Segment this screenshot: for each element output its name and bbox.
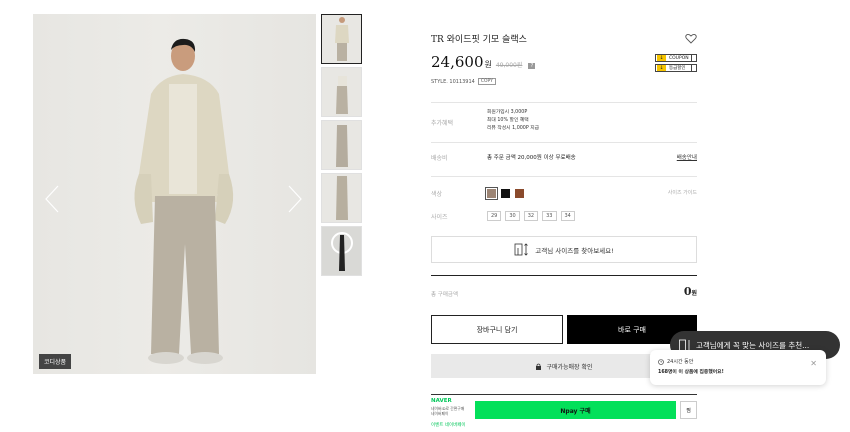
thumb-figure-icon: [334, 17, 349, 61]
color-section: 색상 사이즈 가이드: [431, 187, 697, 200]
naver-logo: NAVER: [431, 398, 452, 404]
shipping-section: 배송비 총 주문 금액 20,000원 이상 무료배송 배송안내: [431, 153, 697, 177]
naver-sub: 네이버ID로 간편구매 네이버페이: [431, 406, 464, 416]
purchase-buttons: 장바구니 담기 바로 구매: [431, 315, 697, 344]
find-size-button[interactable]: 고객님 사이즈를 찾아보세요!: [431, 236, 697, 263]
size-label: 사이즈: [431, 213, 448, 221]
size-option[interactable]: 33: [542, 211, 557, 221]
benefit-section: 추가혜택 회원가입시 3,000P 최대 10% 할인 혜택 리뷰 작성시 1,…: [431, 102, 697, 143]
naver-pay-button[interactable]: Npay 구매: [475, 401, 676, 419]
clock-icon: [658, 358, 664, 365]
model-figure: [134, 38, 234, 364]
sale-price: 24,600: [431, 53, 484, 71]
coupon-edge: [691, 55, 696, 61]
popular-popup: 24시간 동안 168명이 이 상품에 집중했어요! ✕: [650, 350, 826, 385]
naver-zzim-button[interactable]: 찜: [680, 401, 697, 419]
total-label: 총 구매금액: [431, 292, 459, 298]
popup-time: 24시간 동안: [667, 359, 694, 365]
price-unit: 원: [484, 60, 492, 69]
coordi-badge: 코디상품: [39, 354, 72, 369]
color-swatch-brown[interactable]: [485, 187, 498, 200]
shipping-label: 배송비: [431, 155, 448, 162]
add-to-cart-button[interactable]: 장바구니 담기: [431, 315, 563, 344]
size-option[interactable]: 34: [560, 211, 575, 221]
next-arrow-icon[interactable]: [286, 184, 304, 214]
benefit-line: 회원가입시 3,000P: [487, 110, 528, 115]
coupon-button[interactable]: ↓ COUPON: [655, 54, 697, 62]
thumbnail-2[interactable]: [321, 67, 362, 117]
prev-arrow-icon[interactable]: [43, 184, 61, 214]
heart-icon[interactable]: [685, 33, 697, 44]
total-unit: 원: [691, 290, 697, 297]
product-info: TR 와이드핏 기모 슬랙스 24,600 원 49,000원 ? STYLE.…: [431, 28, 697, 428]
popup-line-1: 24시간 동안: [658, 358, 693, 365]
info-icon[interactable]: ?: [528, 63, 536, 69]
download-icon: ↓: [657, 55, 666, 61]
size-option[interactable]: 29: [487, 211, 502, 221]
close-icon[interactable]: ✕: [810, 359, 817, 368]
benefit-line: 리뷰 작성시 1,000P 지급: [487, 126, 540, 131]
product-title: TR 와이드핏 기모 슬랙스: [431, 35, 527, 45]
style-number: STYLE. 10113914: [431, 78, 475, 85]
color-swatch-black[interactable]: [501, 189, 510, 198]
thumb-figure-icon: [335, 176, 348, 220]
color-label: 색상: [431, 191, 443, 198]
ruler-icon: [514, 243, 529, 256]
product-page: 코디상품 TR 와이드핏 기모 슬랙스 24,600 원 49,000원 ? S…: [0, 0, 850, 432]
copy-button[interactable]: COPY: [477, 78, 496, 85]
toast-text: 고객님에게 꼭 맞는 사이즈를 추천...: [696, 340, 810, 350]
grade-discount-label: 등급할인: [669, 66, 686, 71]
benefit-label: 추가혜택: [431, 120, 454, 127]
coupon-edge: [691, 65, 696, 71]
benefit-line: 최대 10% 할인 혜택: [487, 118, 529, 123]
original-price: 49,000원: [495, 62, 523, 69]
thumb-figure-icon: [330, 232, 353, 271]
store-check-label: 구매가능매장 확인: [546, 363, 593, 371]
download-icon: ↓: [657, 65, 666, 71]
total-section: 총 구매금액 0원: [431, 275, 697, 305]
size-option[interactable]: 30: [505, 211, 520, 221]
popup-line-2: 168명이 이 상품에 집중했어요!: [658, 370, 724, 375]
shipping-info-link[interactable]: 배송안내: [677, 153, 697, 161]
main-product-image[interactable]: 코디상품: [33, 14, 316, 374]
divider: [431, 176, 697, 177]
thumbnail-1[interactable]: [321, 14, 362, 64]
naver-sub-line: 네이버페이: [431, 411, 449, 416]
size-guide-link[interactable]: 사이즈 가이드: [668, 189, 697, 196]
coupon-label: COUPON: [669, 55, 689, 61]
grade-discount-button[interactable]: ↓ 등급할인: [655, 64, 697, 72]
size-option[interactable]: 32: [523, 211, 539, 221]
shipping-text: 총 주문 금액 20,000원 이상 무료배송: [487, 155, 576, 161]
thumbnail-5[interactable]: [321, 226, 362, 276]
size-section: 사이즈 29 30 32 33 34: [431, 211, 697, 221]
lock-icon: [536, 363, 542, 370]
divider: [431, 142, 697, 143]
color-swatch-rust[interactable]: [515, 189, 524, 198]
thumbnail-3[interactable]: [321, 120, 362, 170]
benefit-lines: 회원가입시 3,000P 최대 10% 할인 혜택 리뷰 작성시 1,000P …: [487, 109, 539, 133]
naver-pay-section: NAVER 네이버ID로 간편구매 네이버페이 Npay 구매 찜 이벤트 네이…: [431, 394, 697, 428]
find-size-label: 고객님 사이즈를 찾아보세요!: [535, 246, 614, 255]
thumbnail-list: [321, 14, 363, 279]
naver-event-text: 이벤트 네이버페이: [431, 423, 466, 428]
divider: [431, 102, 697, 103]
thumb-figure-icon: [335, 76, 348, 114]
style-row: STYLE. 10113914 COPY: [431, 78, 697, 85]
thumbnail-4[interactable]: [321, 173, 362, 223]
thumb-figure-icon: [335, 125, 348, 167]
total-value: 0원: [684, 285, 697, 298]
coupon-buttons: ↓ COUPON ↓ 등급할인: [655, 54, 697, 74]
